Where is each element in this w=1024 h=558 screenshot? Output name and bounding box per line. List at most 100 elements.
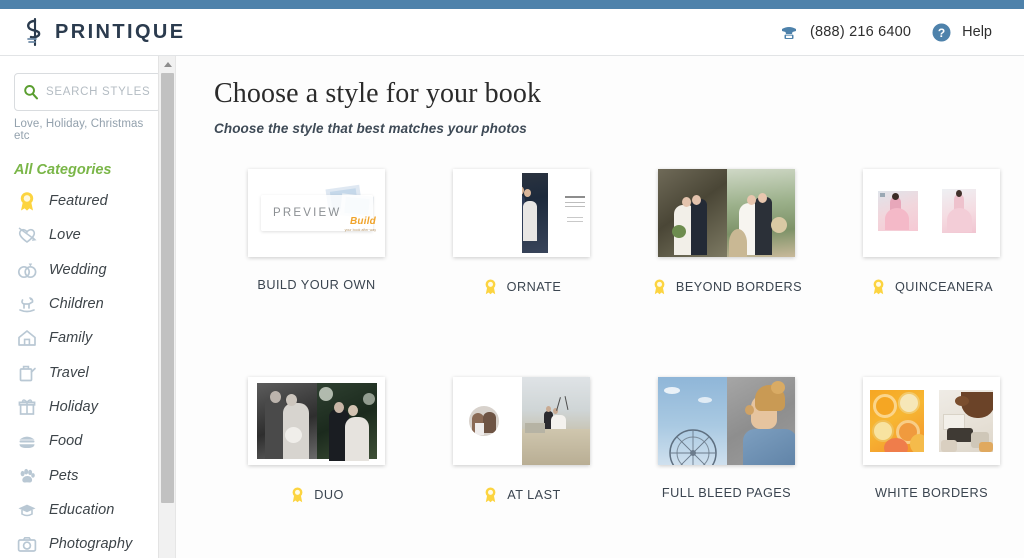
build-sublabel: your book after way [344,228,376,232]
graduation-cap-icon [16,499,38,521]
sidebar: Love, Holiday, Christmas etc All Categor… [0,56,175,558]
style-thumbnail[interactable] [248,377,385,465]
spread-preview [248,377,385,465]
build-label: Build [350,216,376,227]
svg-text:?: ? [938,26,945,40]
sidebar-item-label: Featured [49,193,108,210]
help-link[interactable]: Help [962,24,992,40]
page-left [658,169,727,257]
suitcase-icon [16,362,38,384]
telephone-icon [779,22,799,42]
heart-arrow-icon [16,224,38,246]
all-categories-heading: All Categories [14,162,112,178]
sidebar-item-featured[interactable]: Featured [0,184,175,218]
paw-print-icon [16,465,38,487]
sidebar-item-label: Photography [49,536,133,553]
page-title: Choose a style for your book [214,78,542,109]
brand-logo[interactable]: PRINTIQUE [22,17,186,47]
spread-preview [863,169,1000,257]
award-ribbon-icon [289,486,306,503]
spread-preview [453,377,590,465]
style-card-white-borders[interactable]: WHITE BORDERS [829,377,1024,558]
style-card-beyond-borders[interactable]: BEYOND BORDERS [624,169,829,377]
sidebar-item-love[interactable]: Love [0,218,175,252]
style-name: AT LAST [507,487,561,502]
style-thumbnail[interactable]: Build your book after way PREVIEW [248,169,385,257]
style-name: ORNATE [506,279,562,294]
style-label-row: AT LAST [419,486,624,503]
style-name: BEYOND BORDERS [675,279,803,294]
header-actions: (888) 216 6400 ? Help [779,22,1002,42]
style-label-row: QUINCEANERA [829,278,1024,295]
award-ribbon-icon [651,278,668,295]
rocking-horse-icon [16,293,38,315]
page-left [453,377,522,465]
style-thumbnail[interactable] [658,169,795,257]
main-content: Choose a style for your book Choose the … [175,56,1024,558]
sidebar-item-label: Children [49,296,104,313]
style-label-row: BEYOND BORDERS [624,278,829,295]
sidebar-item-photography[interactable]: Photography [0,527,175,558]
style-thumbnail[interactable] [453,169,590,257]
style-card-quinceanera[interactable]: QUINCEANERA [829,169,1024,377]
sidebar-item-label: Pets [49,467,79,484]
search-styles-box[interactable] [14,73,161,111]
style-name: WHITE BORDERS [875,486,988,500]
style-label-row: BUILD YOUR OWN [214,278,419,292]
style-name: DUO [314,487,344,502]
sidebar-item-label: Family [49,330,93,347]
style-card-at-last[interactable]: AT LAST [419,377,624,558]
page-right [932,377,1001,465]
sidebar-item-education[interactable]: Education [0,493,175,527]
style-label-row: DUO [214,486,419,503]
sidebar-item-travel[interactable]: Travel [0,355,175,389]
style-name: FULL BLEED PAGES [661,486,792,500]
page-right [521,169,591,257]
category-list: Featured Love Wedding Children Family Tr… [0,184,175,558]
style-name: QUINCEANERA [894,279,993,294]
printique-logo-icon [22,17,48,47]
style-name: BUILD YOUR OWN [257,278,376,292]
scrollbar-thumb[interactable] [161,73,174,503]
page-right [521,377,590,465]
style-thumbnail[interactable] [453,377,590,465]
phone-number[interactable]: (888) 216 6400 [810,24,911,40]
sidebar-item-label: Travel [49,364,89,381]
sidebar-scrollbar[interactable] [158,56,175,558]
sidebar-item-family[interactable]: Family [0,321,175,355]
style-label-row: ORNATE [419,278,624,295]
burger-icon [16,430,38,452]
style-card-build-your-own[interactable]: Build your book after way PREVIEW BUILD … [214,169,419,377]
sidebar-item-pets[interactable]: Pets [0,458,175,492]
style-label-row: WHITE BORDERS [829,486,1024,500]
top-accent-bar [0,0,1024,9]
style-thumbnail[interactable] [863,377,1000,465]
wedding-rings-icon [16,259,38,281]
style-card-full-bleed-pages[interactable]: FULL BLEED PAGES [624,377,829,558]
sidebar-item-holiday[interactable]: Holiday [0,390,175,424]
question-circle-icon[interactable]: ? [932,23,951,42]
style-card-ornate[interactable]: ORNATE [419,169,624,377]
search-hint: Love, Holiday, Christmas etc [14,118,144,142]
spread-preview [658,169,795,257]
page-body: Love, Holiday, Christmas etc All Categor… [0,56,1024,558]
award-ribbon-icon [482,278,499,295]
page-left [863,169,932,257]
award-ribbon-icon [16,190,38,212]
spread-preview [863,377,1000,465]
page-subtitle: Choose the style that best matches your … [214,121,527,136]
page-left [863,377,932,465]
sidebar-item-label: Love [49,227,81,244]
search-input[interactable] [46,86,152,98]
sidebar-item-children[interactable]: Children [0,287,175,321]
scroll-up-arrow-icon[interactable] [159,56,175,73]
page-right [726,169,795,257]
style-card-duo[interactable]: DUO [214,377,419,558]
style-thumbnail[interactable] [658,377,795,465]
sidebar-item-wedding[interactable]: Wedding [0,253,175,287]
sidebar-item-food[interactable]: Food [0,424,175,458]
page-right [932,169,1001,257]
style-thumbnail[interactable] [863,169,1000,257]
app-header: PRINTIQUE (888) 216 6400 ? Help [0,9,1024,56]
page-right [726,377,795,465]
